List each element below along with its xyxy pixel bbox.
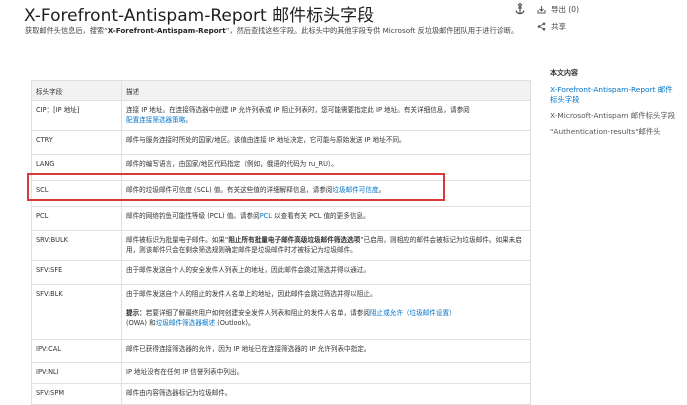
pcl-link[interactable]: PCL [260,212,272,220]
table-row: CTRY 邮件与服务连接时所处的国家/地区。该值由连接 IP 地址决定，它可能与… [31,130,531,155]
table-row: LANG 邮件的编写语言，由国家/地区代码指定（例如，俄语的代码为 ru_RU）… [31,154,531,181]
table-row: IPV:CAL 邮件已获得连接筛选器的允许，因为 IP 地址已在连接筛选器的 I… [31,339,531,363]
field-name: SRV:BULK [31,230,122,261]
field-name: IPV:NLI [31,362,122,384]
intro-text-rest: ”，然后查找这些字段。此标头中的其他字段专供 Microsoft 反垃圾邮件团队… [225,26,519,35]
spam-confidence-level-link[interactable]: 垃圾邮件可信度 [332,186,378,194]
toc-item-microsoft-antispam[interactable]: X-Microsoft-Antispam 邮件标头字段 [550,111,680,121]
intro-text: 获取邮件头信息后，搜索“ [25,26,108,35]
description-text: 邮件被标识为批量电子邮件。如果“ [126,236,229,244]
field-name: SFV:BLK [31,284,122,340]
table-of-contents: 本文内容 X-Forefront-Antispam-Report 邮件标头字段 … [550,68,680,143]
field-description: 邮件与服务连接时所处的国家/地区。该值由连接 IP 地址决定，它可能与原始发送 … [121,130,531,155]
table-row-scl-highlighted: SCL 邮件的垃圾邮件可信度 (SCL) 值。有关这些值的详细解释信息，请参阅垃… [31,180,531,207]
toc-heading: 本文内容 [550,69,578,77]
share-label: 共享 [551,22,566,31]
tip-text: 若要详细了解最终用户如何创建安全发件人列表和阻止的发件人名单，请参阅 [145,309,370,317]
export-icon [537,6,546,14]
table-row: PCL 邮件的网络钓鱼可能性等级 (PCL) 值。请参阅PCL 以查看有关 PC… [31,206,531,231]
table-row: SFV:SPM 邮件由内容筛选器标记为垃圾邮件。 [31,383,531,405]
junk-filter-overview-link[interactable]: 垃圾邮件筛选器概述 [156,319,215,327]
export-button[interactable]: 导出 (0) [537,4,579,15]
description-end: 以查看有关 PCL 值的更多信息。 [271,212,370,220]
field-name: LANG [31,154,122,181]
description-text: 邮件的网络钓鱼可能性等级 (PCL) 值。请参阅 [126,212,260,220]
field-description: 由于邮件发送自个人的阻止的发件人名单上的地址，因此邮件会跳过筛选并得以阻止。 提… [121,284,531,340]
table-row: SFV:SFE 由于邮件发送自个人的安全发件人列表上的地址，因此邮件会跳过筛选并… [31,260,531,285]
description-bold: 阻止所有批量电子邮件高级垃圾邮件筛选选项 [228,236,361,244]
table-row: SFV:BLK 由于邮件发送自个人的阻止的发件人名单上的地址，因此邮件会跳过筛选… [31,284,531,340]
field-description: 邮件的编写语言，由国家/地区代码指定（例如，俄语的代码为 ru_RU）。 [121,154,531,181]
description-end: 。 [378,186,386,194]
field-name: PCL [31,206,122,231]
tip-mid: (OWA) 和 [126,319,156,327]
description-text: 由于邮件发送自个人的阻止的发件人名单上的地址，因此邮件会跳过筛选并得以阻止。 [126,290,377,298]
toc-item-authentication-results[interactable]: "Authentication-results"邮件头 [550,127,680,137]
description-text: 连接 IP 地址。在连接筛选器中创建 IP 允许列表或 IP 阻止列表时，您可能… [126,106,470,114]
field-name: SFV:SFE [31,260,122,285]
field-name: IPV:CAL [31,339,122,363]
field-name: SCL [31,180,122,207]
description-end: 。 [185,116,192,124]
share-icon [537,22,546,31]
field-name: CIP：[IP 地址] [31,100,122,131]
column-header-description: 描述 [121,80,531,101]
toc-item-forefront-antispam-report[interactable]: X-Forefront-Antispam-Report 邮件标头字段 [550,85,680,105]
table-header-row: 标头字段 描述 [31,80,531,101]
table-row: SRV:BULK 邮件被标识为批量电子邮件。如果“阻止所有批量电子邮件高级垃圾邮… [31,230,531,261]
table-row: IPV:NLI IP 地址没有在任何 IP 信誉列表中列出。 [31,362,531,384]
export-label: 导出 (0) [551,5,580,14]
field-description: 邮件的网络钓鱼可能性等级 (PCL) 值。请参阅PCL 以查看有关 PCL 值的… [121,206,531,231]
field-description: 邮件的垃圾邮件可信度 (SCL) 值。有关这些值的详细解释信息，请参阅垃圾邮件可… [121,180,531,207]
field-description: 邮件由内容筛选器标记为垃圾邮件。 [121,383,531,405]
field-name: CTRY [31,130,122,155]
field-description: 连接 IP 地址。在连接筛选器中创建 IP 允许列表或 IP 阻止列表时，您可能… [121,100,531,131]
table-row: CIP：[IP 地址] 连接 IP 地址。在连接筛选器中创建 IP 允许列表或 … [31,100,531,131]
field-description: 邮件被标识为批量电子邮件。如果“阻止所有批量电子邮件高级垃圾邮件筛选选项”已启用… [121,230,531,261]
intro-paragraph: 获取邮件头信息后，搜索“X-Forefront-Antispam-Report”… [25,25,530,36]
page-title: X-Forefront-Antispam-Report 邮件标头字段 [24,6,375,26]
header-fields-table: 标头字段 描述 CIP：[IP 地址] 连接 IP 地址。在连接筛选器中创建 I… [31,80,531,405]
tip-label: 提示： [126,309,146,317]
column-header-field: 标头字段 [31,80,122,101]
field-name: SFV:SPM [31,383,122,405]
anchor-icon [515,3,525,15]
field-description: 邮件已获得连接筛选器的允许，因为 IP 地址已在连接筛选器的 IP 允许列表中指… [121,339,531,363]
anchor-button[interactable] [515,3,530,15]
share-button[interactable]: 共享 [537,21,566,32]
field-description: 由于邮件发送自个人的安全发件人列表上的地址，因此邮件会跳过筛选并得以通过。 [121,260,531,285]
field-description: IP 地址没有在任何 IP 信誉列表中列出。 [121,362,531,384]
connection-filter-policy-link[interactable]: 配置连接筛选器策略 [126,116,185,124]
description-text: 邮件的垃圾邮件可信度 (SCL) 值。有关这些值的详细解释信息，请参阅 [126,186,333,194]
intro-keyword: X-Forefront-Antispam-Report [107,26,226,35]
block-or-allow-link[interactable]: 阻止或允许（垃圾邮件设置） [370,309,456,317]
tip-end: (Outlook)。 [215,319,255,327]
tip-note: 提示：若要详细了解最终用户如何创建安全发件人列表和阻止的发件人名单，请参阅阻止或… [126,308,526,328]
